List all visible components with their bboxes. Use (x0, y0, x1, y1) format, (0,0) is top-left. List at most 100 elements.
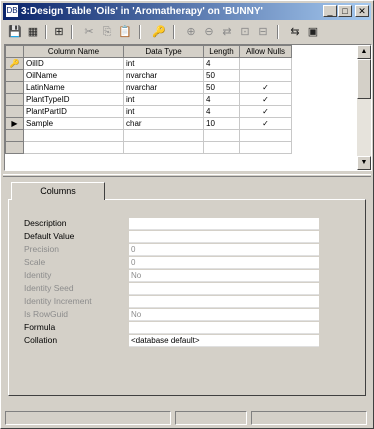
data-type-cell[interactable]: int (123, 93, 204, 106)
column-name-cell[interactable]: OilName (23, 69, 124, 82)
length-cell[interactable]: 50 (203, 81, 240, 94)
empty-cell[interactable] (239, 129, 292, 142)
empty-cell[interactable] (23, 141, 124, 154)
toolbar-separator (45, 25, 47, 39)
is-rowguid-label: Is RowGuid (24, 309, 68, 319)
splitter[interactable] (3, 174, 371, 177)
current-row-arrow-icon[interactable]: ▶ (5, 117, 24, 130)
empty-cell[interactable] (239, 141, 292, 154)
table-row[interactable]: ▶ Sample char 10 ✓ (5, 117, 292, 130)
table-row[interactable]: PlantPartID int 4 ✓ (5, 105, 292, 118)
column-name-header[interactable]: Column Name (23, 45, 124, 58)
formula-label: Formula (24, 322, 56, 332)
manage-constraints-icon[interactable]: ⊡ (237, 24, 253, 40)
description-field[interactable] (129, 218, 319, 230)
title-bar[interactable]: DB 3:Design Table 'Oils' in 'Aromatherap… (3, 3, 371, 20)
empty-cell[interactable] (203, 141, 240, 154)
length-cell[interactable]: 4 (203, 105, 240, 118)
allow-nulls-checkbox[interactable]: ✓ (239, 81, 292, 94)
identity-seed-label: Identity Seed (24, 283, 74, 293)
row-selector[interactable] (5, 69, 24, 82)
table-row[interactable]: LatinName nvarchar 50 ✓ (5, 81, 292, 94)
status-bar (3, 410, 371, 426)
length-header[interactable]: Length (203, 45, 240, 58)
primary-key-icon[interactable]: 🔑 (5, 57, 24, 70)
data-type-cell[interactable]: int (123, 57, 204, 70)
allow-nulls-checkbox[interactable] (239, 69, 292, 82)
copy-icon[interactable]: ⎘ (99, 24, 115, 40)
column-properties-panel: Description Default Value Precision 0 Sc… (8, 199, 366, 396)
scroll-down-icon[interactable]: ▼ (357, 156, 371, 170)
column-name-cell[interactable]: PlantTypeID (23, 93, 124, 106)
table-row[interactable] (5, 129, 292, 142)
toolbar-extra-icon-1[interactable]: ⇆ (287, 24, 303, 40)
scale-field: 0 (129, 257, 319, 269)
scroll-thumb[interactable] (357, 59, 371, 99)
toolbar-separator (173, 25, 175, 39)
length-cell[interactable]: 4 (203, 93, 240, 106)
scale-label: Scale (24, 257, 46, 267)
allow-nulls-checkbox[interactable]: ✓ (239, 117, 292, 130)
insert-column-icon[interactable]: ⊕ (183, 24, 199, 40)
save-icon[interactable]: 💾 (7, 24, 23, 40)
table-row[interactable]: PlantTypeID int 4 ✓ (5, 93, 292, 106)
table-row[interactable]: 🔑 OilID int 4 (5, 57, 292, 70)
default-value-field[interactable] (129, 231, 319, 243)
row-selector[interactable] (5, 93, 24, 106)
generate-script-icon[interactable]: ⊟ (255, 24, 271, 40)
toolbar-extra-icon-2[interactable]: ▣ (305, 24, 321, 40)
data-type-cell[interactable]: nvarchar (123, 69, 204, 82)
column-name-cell[interactable]: Sample (23, 117, 124, 130)
collation-field[interactable]: <database default> (129, 335, 319, 347)
allow-nulls-header[interactable]: Allow Nulls (239, 45, 292, 58)
data-type-cell[interactable]: char (123, 117, 204, 130)
tab-columns[interactable]: Columns (11, 182, 105, 200)
length-cell[interactable]: 50 (203, 69, 240, 82)
column-name-cell[interactable]: PlantPartID (23, 105, 124, 118)
manage-indexes-icon[interactable]: ⊞ (51, 24, 67, 40)
identity-field: No (129, 270, 319, 282)
vertical-scrollbar[interactable]: ▲ ▼ (357, 45, 371, 170)
allow-nulls-checkbox[interactable]: ✓ (239, 105, 292, 118)
formula-field[interactable] (129, 322, 319, 334)
data-type-cell[interactable]: int (123, 105, 204, 118)
is-rowguid-field: No (129, 309, 319, 321)
allow-nulls-checkbox[interactable] (239, 57, 292, 70)
column-name-cell[interactable]: LatinName (23, 81, 124, 94)
scroll-up-icon[interactable]: ▲ (357, 45, 371, 59)
minimize-button[interactable]: _ (323, 5, 337, 17)
delete-column-icon[interactable]: ⊖ (201, 24, 217, 40)
row-selector[interactable] (5, 81, 24, 94)
data-type-cell[interactable]: nvarchar (123, 81, 204, 94)
status-pane (5, 411, 171, 425)
table-row[interactable] (5, 141, 292, 154)
table-row[interactable]: OilName nvarchar 50 (5, 69, 292, 82)
columns-table: Column Name Data Type Length Allow Nulls… (5, 45, 292, 154)
empty-cell[interactable] (123, 129, 204, 142)
row-selector[interactable] (5, 141, 24, 154)
design-table-window: DB 3:Design Table 'Oils' in 'Aromatherap… (0, 0, 374, 429)
empty-cell[interactable] (203, 129, 240, 142)
status-pane (175, 411, 247, 425)
table-properties-icon[interactable]: ▦ (25, 24, 41, 40)
precision-field: 0 (129, 244, 319, 256)
identity-increment-label: Identity Increment (24, 296, 92, 306)
toolbar-separator (277, 25, 279, 39)
length-cell[interactable]: 4 (203, 57, 240, 70)
data-type-header[interactable]: Data Type (123, 45, 204, 58)
manage-relationships-icon[interactable]: ⇄ (219, 24, 235, 40)
identity-label: Identity (24, 270, 52, 280)
empty-cell[interactable] (123, 141, 204, 154)
maximize-button[interactable]: □ (338, 5, 352, 17)
paste-icon[interactable]: 📋 (117, 24, 133, 40)
cut-icon[interactable]: ✂ (81, 24, 97, 40)
primary-key-icon[interactable]: 🔑 (151, 24, 167, 40)
length-cell[interactable]: 10 (203, 117, 240, 130)
empty-cell[interactable] (23, 129, 124, 142)
column-name-cell[interactable]: OilID (23, 57, 124, 70)
row-selector[interactable] (5, 129, 24, 142)
row-selector[interactable] (5, 105, 24, 118)
identity-seed-field (129, 283, 319, 295)
allow-nulls-checkbox[interactable]: ✓ (239, 93, 292, 106)
close-button[interactable]: ✕ (355, 5, 369, 17)
